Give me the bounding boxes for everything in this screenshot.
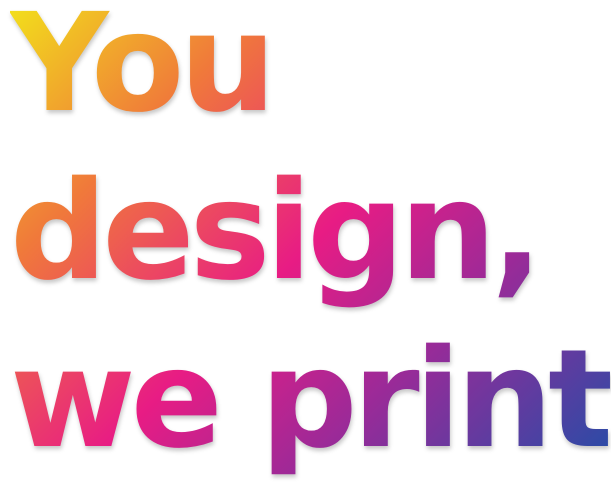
- headline-line-1: You: [10, 0, 272, 143]
- headline-line-3: we print: [10, 321, 609, 479]
- headline: You design, we print: [10, 0, 610, 487]
- headline-line-2: design,: [10, 153, 538, 311]
